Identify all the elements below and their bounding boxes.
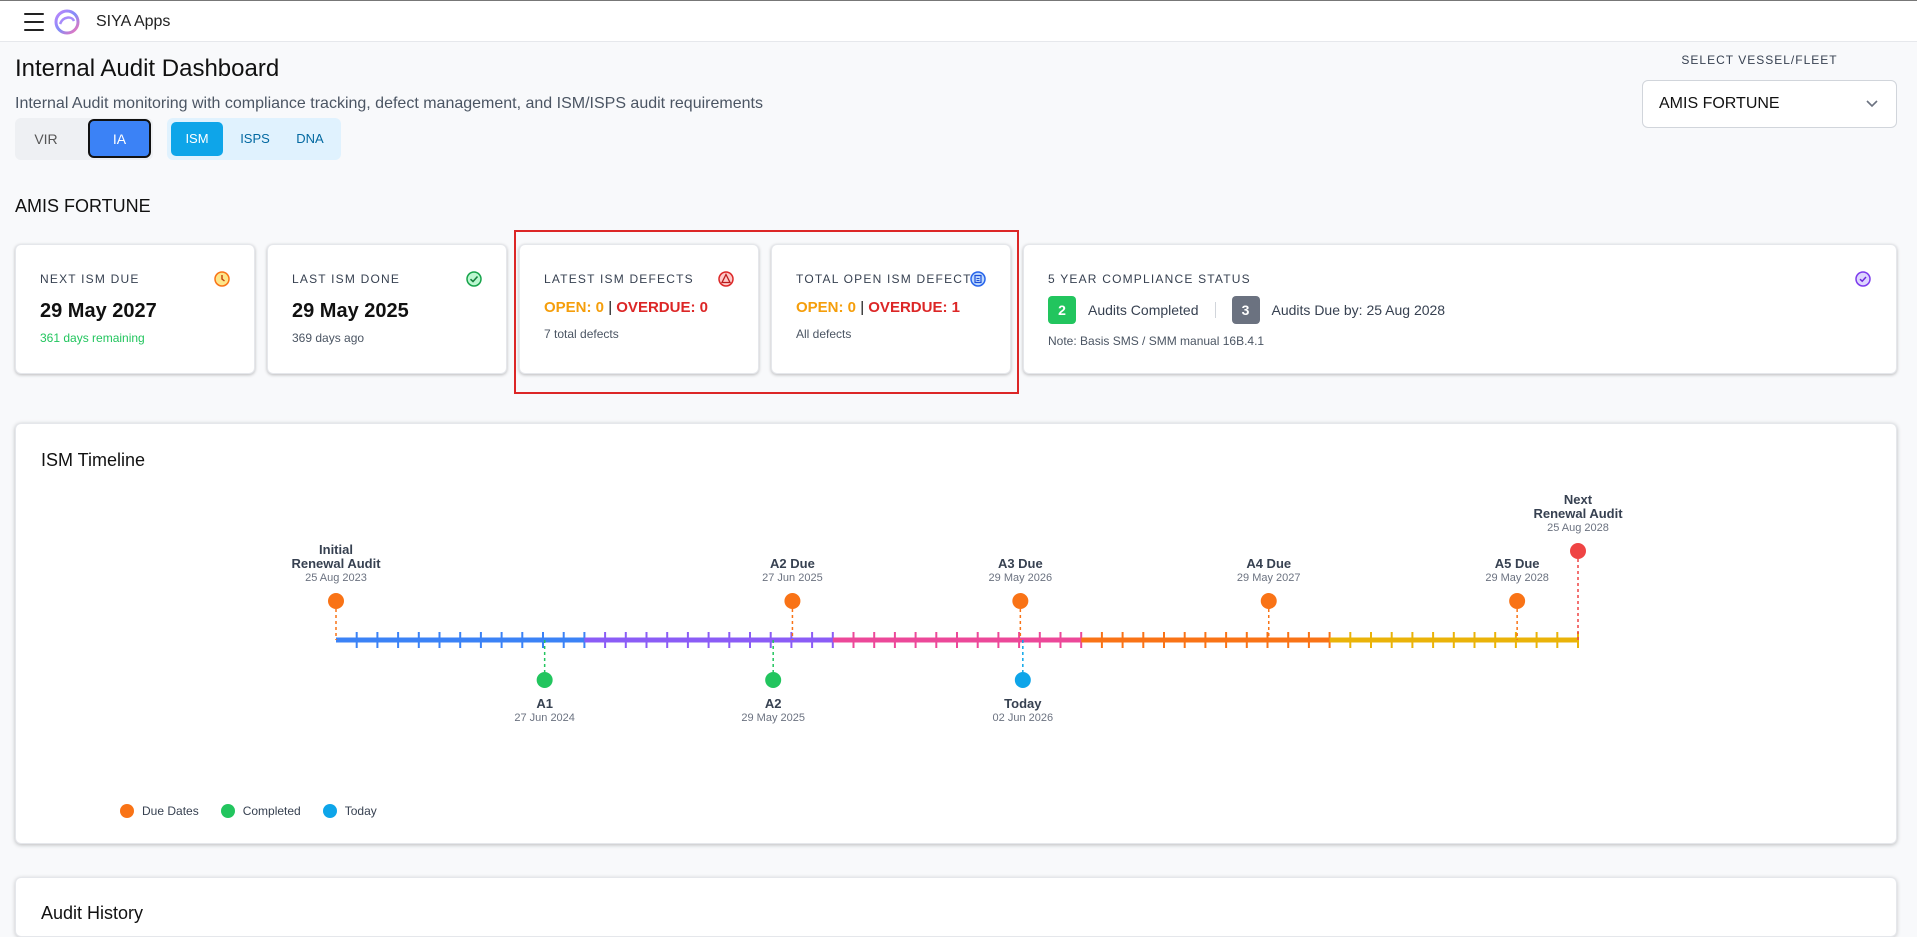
toggle-vir[interactable]: VIR [23, 118, 69, 160]
check-circle-icon [466, 271, 482, 287]
timeline-marker-due [1509, 593, 1526, 609]
legend-dot-completed [220, 804, 235, 818]
card-label: TOTAL OPEN ISM DEFECTS [796, 272, 981, 286]
completed-count-badge: 2 [1048, 296, 1076, 324]
marker-date: 29 May 2028 [1485, 572, 1549, 584]
due-count-badge: 3 [1231, 296, 1260, 324]
days-remaining: 361 days remaining [40, 331, 145, 345]
card-label: LATEST ISM DEFECTS [544, 272, 694, 286]
overdue-count: OVERDUE: 1 [868, 299, 960, 316]
marker-date: 25 Aug 2023 [305, 572, 367, 584]
marker-title: Today [1004, 696, 1042, 711]
marker-title: A2 [765, 696, 782, 711]
overdue-count: OVERDUE: 0 [616, 299, 708, 316]
marker-title: A5 Due [1495, 556, 1540, 571]
clipboard-icon [970, 271, 986, 287]
total-open-ism-defects-card: TOTAL OPEN ISM DEFECTS OPEN: 0 | OVERDUE… [771, 244, 1011, 374]
last-done-date: 29 May 2025 [292, 300, 409, 322]
legend-item-due: Due Dates [120, 804, 199, 818]
report-type-toggle: VIR IA [15, 118, 153, 160]
status-separator: | [608, 299, 613, 316]
page-subtitle: Internal Audit monitoring with complianc… [15, 95, 763, 112]
timeline-marker-renewal [1570, 543, 1586, 559]
app-logo-icon [54, 9, 80, 35]
timeline-chart: 25 Aug 2023Renewal AuditInitialA127 Jun … [291, 492, 1623, 724]
card-label: LAST ISM DONE [292, 272, 401, 286]
latest-defects-status: OPEN: 0 | OVERDUE: 0 [544, 299, 708, 316]
timeline-marker-due [784, 593, 801, 609]
due-label: Audits Due by: 25 Aug 2028 [1271, 302, 1446, 318]
marker-title: A3 Due [998, 556, 1043, 571]
timeline-marker-today [1014, 672, 1031, 688]
compliance-row: 2 Audits Completed 3 Audits Due by: 25 A… [1048, 296, 1445, 324]
marker-date: 29 May 2026 [989, 572, 1053, 584]
all-defects: All defects [796, 327, 852, 341]
legend-item-today: Today [322, 804, 377, 818]
vessel-heading: AMIS FORTUNE [15, 196, 151, 216]
marker-title: A4 Due [1246, 556, 1291, 571]
compliance-note: Note: Basis SMS / SMM manual 16B.4.1 [1048, 334, 1265, 348]
audit-history-card: Audit History [15, 877, 1897, 937]
legend-dot-due [120, 804, 134, 818]
vessel-select-value: AMIS FORTUNE [1659, 95, 1780, 112]
marker-title: Next [1564, 492, 1593, 507]
timeline-marker-due [328, 593, 344, 609]
marker-date: 27 Jun 2025 [762, 572, 823, 584]
marker-title: A2 Due [770, 556, 815, 571]
marker-date: 29 May 2025 [741, 712, 805, 724]
top-bar: SIYA Apps [0, 0, 1917, 42]
audit-type-toggle: ISM ISPS DNA [167, 118, 341, 160]
open-count: OPEN: 0 [544, 299, 605, 316]
vessel-select-label: SELECT VESSEL/FLEET [1681, 53, 1838, 67]
toggle-isps[interactable]: ISPS [231, 122, 279, 156]
marker-date: 02 Jun 2026 [993, 712, 1054, 724]
days-ago: 369 days ago [292, 331, 365, 345]
card-label: 5 YEAR COMPLIANCE STATUS [1048, 272, 1251, 286]
next-ism-due-card: NEXT ISM DUE 29 May 2027 361 days remain… [15, 244, 255, 374]
next-due-date: 29 May 2027 [40, 300, 157, 322]
compliance-status-card: 5 YEAR COMPLIANCE STATUS 2 Audits Comple… [1023, 244, 1897, 374]
shield-check-icon [1855, 271, 1871, 287]
legend-dot-today [322, 804, 337, 818]
marker-title: Renewal Audit [291, 556, 381, 571]
total-defects: 7 total defects [544, 327, 619, 341]
marker-title: Initial [319, 542, 353, 557]
toggle-ism[interactable]: ISM [171, 122, 223, 156]
toggle-dna[interactable]: DNA [285, 122, 335, 156]
audit-history-title: Audit History [41, 903, 144, 923]
clock-icon [214, 271, 230, 287]
marker-date: 27 Jun 2024 [514, 712, 575, 724]
card-label: NEXT ISM DUE [40, 272, 140, 286]
app-name: SIYA Apps [96, 13, 171, 30]
marker-title: Renewal Audit [1533, 506, 1623, 521]
latest-ism-defects-card: LATEST ISM DEFECTS OPEN: 0 | OVERDUE: 0 … [519, 244, 759, 374]
vessel-select[interactable]: AMIS FORTUNE [1642, 80, 1897, 128]
marker-title: A1 [536, 696, 553, 711]
status-separator: | [860, 299, 865, 316]
warning-icon [718, 271, 734, 287]
chevron-down-icon [1866, 100, 1878, 108]
timeline-marker-completed [536, 672, 553, 688]
marker-date: 25 Aug 2028 [1547, 522, 1609, 534]
timeline-legend: Due Dates Completed Today [120, 804, 399, 818]
timeline-marker-completed [765, 672, 782, 688]
open-count: OPEN: 0 [796, 299, 857, 316]
timeline-marker-due [1260, 593, 1277, 609]
legend-label: Completed [242, 804, 301, 818]
menu-icon[interactable] [24, 13, 44, 31]
divider [1214, 302, 1216, 318]
legend-label: Due Dates [142, 804, 199, 818]
marker-date: 29 May 2027 [1237, 572, 1301, 584]
total-open-status: OPEN: 0 | OVERDUE: 1 [796, 299, 960, 316]
last-ism-done-card: LAST ISM DONE 29 May 2025 369 days ago [267, 244, 507, 374]
timeline-marker-due [1012, 593, 1029, 609]
completed-label: Audits Completed [1088, 302, 1199, 318]
toggle-ia[interactable]: IA [88, 119, 151, 158]
page-title: Internal Audit Dashboard [15, 55, 280, 82]
legend-label: Today [344, 804, 377, 818]
legend-item-completed: Completed [220, 804, 301, 818]
ism-timeline-card: ISM Timeline 25 Aug 2023 Renewal Audit Ini… [15, 423, 1897, 844]
